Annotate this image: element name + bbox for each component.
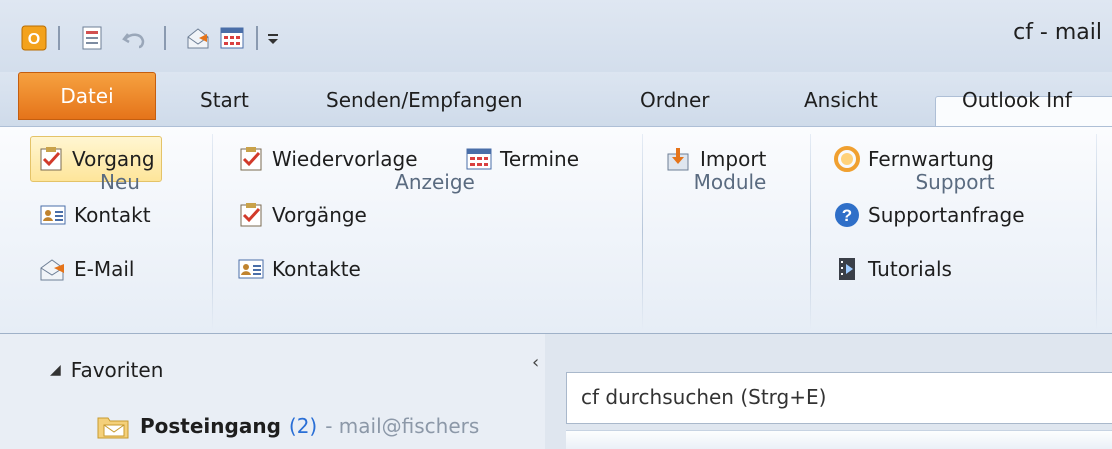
- minimize-nav-button[interactable]: ‹: [532, 352, 539, 373]
- message-list-header: [566, 430, 1112, 449]
- new-email-label: E-Mail: [74, 257, 135, 281]
- tutorials-label: Tutorials: [868, 257, 952, 281]
- calendar-icon[interactable]: [218, 24, 246, 52]
- support-request-label: Supportanfrage: [868, 203, 1025, 227]
- customize-icon[interactable]: [260, 24, 288, 52]
- tasks-view-label: Vorgänge: [272, 203, 367, 227]
- new-contact-button[interactable]: Kontakt: [38, 192, 151, 238]
- search-input[interactable]: cf durchsuchen (Strg+E): [566, 372, 1112, 424]
- new-item-icon[interactable]: [78, 24, 106, 52]
- contacts-view-label: Kontakte: [272, 257, 361, 281]
- tab-start[interactable]: Start: [200, 78, 249, 122]
- new-task-label: Vorgang: [72, 147, 155, 171]
- tab-send-receive[interactable]: Senden/Empfangen: [326, 78, 523, 122]
- tab-outlook-addin[interactable]: Outlook Inf: [962, 78, 1072, 122]
- appointments-label: Termine: [500, 147, 580, 171]
- group-label-support: Support: [915, 170, 995, 194]
- email-icon: [38, 254, 68, 284]
- support-request-button[interactable]: ? Supportanfrage: [832, 192, 1025, 238]
- inbox-label: Posteingang: [140, 414, 281, 438]
- group-label-neu: Neu: [100, 170, 140, 194]
- search-placeholder: cf durchsuchen (Strg+E): [581, 385, 827, 409]
- task-icon: [236, 200, 266, 230]
- remote-support-icon: [832, 144, 862, 174]
- title-bar: O cf - mail: [0, 0, 1112, 72]
- new-email-button[interactable]: E-Mail: [38, 246, 134, 292]
- inbox-account: - mail@fischers: [325, 414, 480, 438]
- group-label-anzeige: Anzeige: [395, 170, 475, 194]
- send-receive-icon[interactable]: [184, 24, 212, 52]
- collapse-triangle-icon: ◢: [50, 362, 61, 378]
- remote-maintenance-label: Fernwartung: [868, 147, 994, 171]
- tutorials-button[interactable]: Tutorials: [832, 246, 952, 292]
- inbox-unread-count: (2): [288, 414, 318, 438]
- task-icon: [236, 144, 266, 174]
- favorites-header[interactable]: ◢ Favoriten: [50, 358, 163, 382]
- video-icon: [832, 254, 862, 284]
- import-label: Import: [700, 147, 767, 171]
- inbox-item[interactable]: Posteingang (2) - mail@fischers: [96, 410, 479, 442]
- svg-text:?: ?: [842, 206, 852, 225]
- followup-label: Wiedervorlage: [272, 147, 418, 171]
- contacts-view-button[interactable]: Kontakte: [236, 246, 361, 292]
- help-icon: ?: [832, 200, 862, 230]
- new-contact-label: Kontakt: [74, 203, 151, 227]
- group-label-module: Module: [693, 170, 767, 194]
- undo-icon[interactable]: [120, 24, 148, 52]
- tab-folder[interactable]: Ordner: [640, 78, 710, 122]
- outlook-icon[interactable]: O: [20, 24, 48, 52]
- tasks-view-button[interactable]: Vorgänge: [236, 192, 367, 238]
- favorites-label: Favoriten: [70, 358, 164, 382]
- inbox-folder-icon: [96, 412, 130, 440]
- contact-card-icon: [38, 200, 68, 230]
- tab-view[interactable]: Ansicht: [804, 78, 878, 122]
- svg-text:O: O: [28, 31, 40, 48]
- window-title: cf - mail: [1013, 20, 1102, 45]
- tab-file[interactable]: Datei: [18, 72, 156, 120]
- contact-card-icon: [236, 254, 266, 284]
